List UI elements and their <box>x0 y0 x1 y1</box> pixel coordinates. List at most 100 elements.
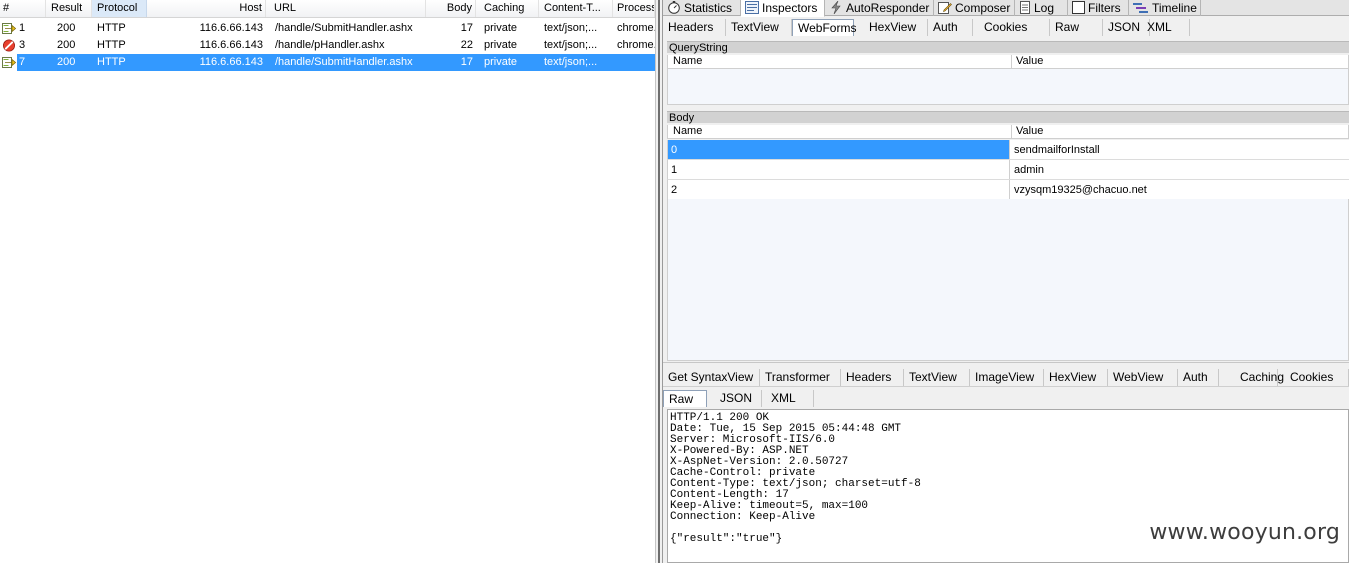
tab-request-cookies[interactable]: Cookies <box>979 19 1050 36</box>
session-number: 7 <box>19 56 26 68</box>
session-protocol: HTTP <box>97 56 126 68</box>
inspectors-panel: Statistics Inspectors AutoResponder Comp… <box>663 0 1349 563</box>
tab-response-webview[interactable]: WebView <box>1108 369 1178 386</box>
tab-response-hexview[interactable]: HexView <box>1044 369 1108 386</box>
session-url: /handle/SubmitHandler.ashx <box>275 22 413 34</box>
form-field-row[interactable]: 1 admin <box>667 160 1349 180</box>
tab-response-textview[interactable]: TextView <box>904 369 970 386</box>
session-protocol: HTTP <box>97 39 126 51</box>
session-host: 116.6.66.143 <box>199 39 263 51</box>
tab-response-xml[interactable]: XML <box>766 390 814 407</box>
tab-response-syntaxview[interactable]: Get SyntaxView <box>663 369 760 386</box>
col-header-url[interactable]: URL <box>271 0 426 17</box>
stopwatch-icon <box>667 1 681 18</box>
tab-request-hexview[interactable]: HexView <box>864 19 928 36</box>
tab-response-cookies[interactable]: Cookies <box>1278 369 1349 386</box>
tab-composer[interactable]: Composer <box>934 0 1015 16</box>
tab-response-raw[interactable]: Raw <box>663 390 707 407</box>
inspectors-icon <box>745 1 759 18</box>
form-field-name: 2 <box>668 180 1010 199</box>
session-body: 22 <box>460 39 473 51</box>
tab-filters[interactable]: Filters <box>1068 0 1129 16</box>
session-host: 116.6.66.143 <box>199 22 263 34</box>
form-field-name: 1 <box>668 160 1010 179</box>
col-header-value[interactable]: Value <box>1016 125 1043 138</box>
col-header-protocol[interactable]: Protocol <box>92 0 147 17</box>
tab-label: Statistics <box>684 1 733 15</box>
tab-statistics[interactable]: Statistics <box>663 0 741 16</box>
column-divider[interactable] <box>1011 55 1012 69</box>
session-caching: private <box>484 56 518 68</box>
tab-label: Log <box>1034 1 1055 15</box>
session-content-type: text/json;... <box>544 39 598 51</box>
col-header-caching[interactable]: Caching <box>481 0 539 17</box>
form-field-row[interactable]: 2 vzysqm19325@chacuo.net <box>667 180 1349 200</box>
col-header-number[interactable]: # <box>0 0 46 17</box>
tab-log[interactable]: Log <box>1015 0 1068 16</box>
tab-response-auth[interactable]: Auth <box>1178 369 1219 386</box>
tab-label: Timeline <box>1152 1 1197 15</box>
col-header-name[interactable]: Name <box>673 125 702 138</box>
form-field-row-selected[interactable]: 0 sendmailforInstall <box>667 140 1349 160</box>
checkbox-icon <box>1072 1 1085 18</box>
session-result: 200 <box>57 22 76 34</box>
tab-label: Filters <box>1088 1 1121 15</box>
querystring-header: Name Value <box>667 55 1349 69</box>
session-body: 17 <box>460 22 473 34</box>
tab-label: AutoResponder <box>846 1 930 15</box>
session-url: /handle/SubmitHandler.ashx <box>275 56 413 68</box>
session-result: 200 <box>57 39 76 51</box>
session-content-type: text/json;... <box>544 22 598 34</box>
session-result: 200 <box>57 56 76 68</box>
body-header: Name Value <box>667 125 1349 139</box>
vertical-splitter[interactable] <box>655 0 663 563</box>
col-header-value[interactable]: Value <box>1016 55 1043 68</box>
session-caching: private <box>484 39 518 51</box>
tab-response-json[interactable]: JSON <box>715 390 762 407</box>
tab-label: Composer <box>955 1 1011 15</box>
tab-response-imageview[interactable]: ImageView <box>970 369 1044 386</box>
form-field-name: 0 <box>668 140 1010 159</box>
tab-request-auth[interactable]: Auth <box>928 19 973 36</box>
tab-autoresponder[interactable]: AutoResponder <box>825 0 934 16</box>
col-header-host[interactable]: Host <box>147 0 266 17</box>
tab-inspectors[interactable]: Inspectors <box>741 0 825 17</box>
session-process <box>614 54 655 71</box>
session-row[interactable]: 3 200 HTTP 116.6.66.143 /handle/pHandler… <box>0 37 655 54</box>
querystring-grid[interactable] <box>667 69 1349 105</box>
tab-request-headers[interactable]: Headers <box>663 19 726 36</box>
watermark: www.wooyun.org <box>1149 520 1340 545</box>
tab-request-textview[interactable]: TextView <box>726 19 792 36</box>
response-format-tabs: Raw JSON XML <box>663 388 1349 408</box>
timeline-icon <box>1133 1 1149 18</box>
form-field-value: vzysqm19325@chacuo.net <box>1014 184 1147 196</box>
session-protocol: HTTP <box>97 22 126 34</box>
session-row-selected[interactable]: 7 200 HTTP 116.6.66.143 /handle/SubmitHa… <box>0 54 655 71</box>
querystring-section-title: QueryString <box>667 41 1349 54</box>
composer-icon <box>938 1 952 18</box>
session-caching: private <box>484 22 518 34</box>
body-grid-empty-area[interactable] <box>667 199 1349 361</box>
col-header-result[interactable]: Result <box>46 0 92 17</box>
session-url: /handle/pHandler.ashx <box>275 39 385 51</box>
sessions-list[interactable]: # Result Protocol Host URL Body Caching … <box>0 0 655 563</box>
tab-response-headers[interactable]: Headers <box>841 369 904 386</box>
session-row[interactable]: 1 200 HTTP 116.6.66.143 /handle/SubmitHa… <box>0 20 655 37</box>
col-header-name[interactable]: Name <box>673 55 702 68</box>
tab-request-xml[interactable]: XML <box>1142 19 1190 36</box>
tab-timeline[interactable]: Timeline <box>1129 0 1201 16</box>
tab-response-caching[interactable]: Caching <box>1218 369 1284 386</box>
col-header-content-type[interactable]: Content-T... <box>541 0 613 17</box>
tab-request-webforms[interactable]: WebForms <box>792 19 856 36</box>
lightning-icon <box>829 0 843 18</box>
tab-request-raw[interactable]: Raw <box>1050 19 1103 36</box>
body-section-title: Body <box>667 111 1349 124</box>
col-header-body[interactable]: Body <box>426 0 476 17</box>
tab-response-transformer[interactable]: Transformer <box>760 369 841 386</box>
col-header-process[interactable]: Process <box>614 0 655 17</box>
form-field-value: sendmailforInstall <box>1014 144 1100 156</box>
session-body: 17 <box>460 56 473 68</box>
session-process: chrome... <box>617 39 655 51</box>
form-field-value: admin <box>1014 164 1044 176</box>
column-divider[interactable] <box>1011 125 1012 139</box>
